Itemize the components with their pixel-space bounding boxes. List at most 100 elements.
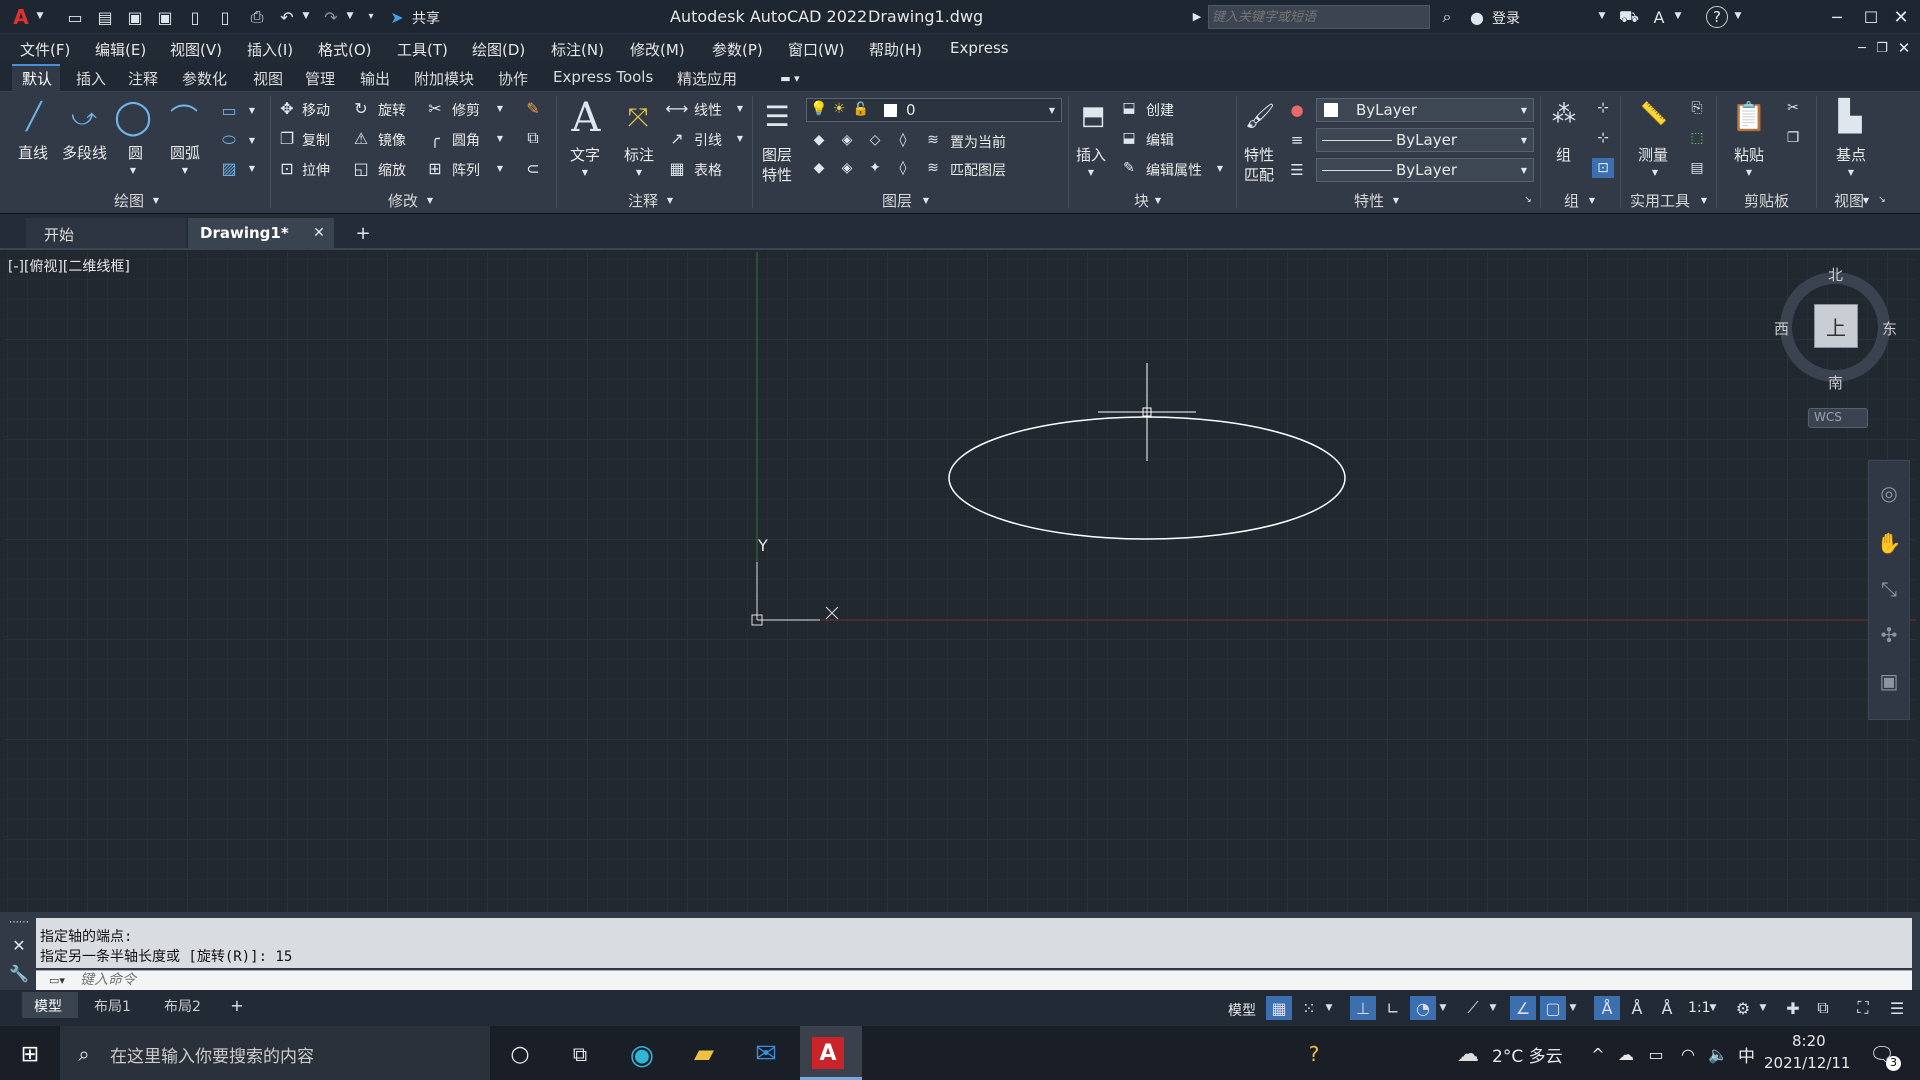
circle-icon[interactable]: ◯ <box>112 96 154 138</box>
zoom-icon[interactable]: ⤡ <box>1876 576 1902 602</box>
text-label[interactable]: 文字 <box>570 144 600 165</box>
tab-parametric[interactable]: 参数化 <box>182 68 227 89</box>
autocad-taskbar-icon[interactable]: A <box>812 1037 844 1069</box>
layer-tool-2-icon[interactable]: ◈ <box>836 130 858 150</box>
ellipse-dropdown-icon[interactable]: ▼ <box>246 134 258 146</box>
layer-dropdown-arrow-icon[interactable]: ▼ <box>1046 104 1058 116</box>
doc-restore-icon[interactable]: ❐ <box>1872 39 1892 57</box>
tab-collaborate[interactable]: 协作 <box>498 68 528 89</box>
arc-dropdown-icon[interactable]: ▼ <box>178 164 192 176</box>
fillet-icon[interactable]: ╭ <box>424 128 446 148</box>
linetype-dropdown-arrow-icon[interactable]: ▼ <box>1518 164 1530 176</box>
measure-dropdown-icon[interactable]: ▼ <box>1648 166 1662 178</box>
linear-dropdown-icon[interactable]: ▼ <box>734 102 746 114</box>
line-icon[interactable]: ╱ <box>12 98 56 136</box>
new-file-icon[interactable]: ▭ <box>64 6 86 28</box>
command-recent-icon[interactable]: ▭▾ <box>40 972 74 988</box>
text-dropdown-icon[interactable]: ▼ <box>578 166 592 178</box>
search-icon[interactable]: ⌕ <box>1436 6 1458 28</box>
clean-screen-icon[interactable]: ⛶ <box>1850 996 1876 1020</box>
scale-icon[interactable]: ◱ <box>350 158 372 178</box>
menu-dimension[interactable]: 标注(N) <box>551 39 604 60</box>
layer-tool-6-icon[interactable]: ◈ <box>836 158 858 178</box>
properties-panel-label[interactable]: 特性 <box>1354 190 1384 211</box>
help-dropdown-icon[interactable]: ▼ <box>1732 8 1744 24</box>
menu-express[interactable]: Express <box>950 39 1009 57</box>
ribbon-more-icon[interactable]: ↘ <box>1876 194 1888 206</box>
table-icon[interactable]: ▦ <box>666 158 688 178</box>
menu-modify[interactable]: 修改(M) <box>630 39 685 60</box>
doc-minimize-icon[interactable]: ─ <box>1852 39 1872 57</box>
rotate-label[interactable]: 旋转 <box>378 100 406 120</box>
share-icon[interactable]: ➤ <box>386 6 408 28</box>
block-panel-expand-icon[interactable]: ▼ <box>1152 194 1164 206</box>
group-tool-1-icon[interactable]: ⊹ <box>1592 98 1614 118</box>
tab-output[interactable]: 输出 <box>360 68 390 89</box>
tab-default-label[interactable]: 默认 <box>22 68 52 89</box>
add-layout-icon[interactable]: + <box>228 996 246 1015</box>
annotation-panel-label[interactable]: 注释 <box>628 190 658 211</box>
trim-icon[interactable]: ✂ <box>424 98 446 118</box>
menu-edit[interactable]: 编辑(E) <box>95 39 146 60</box>
color-dropdown[interactable] <box>1316 98 1534 122</box>
arc-icon[interactable]: ⌒ <box>162 98 206 136</box>
cart-icon[interactable]: ⛟ <box>1618 6 1640 28</box>
linear-icon[interactable]: ⟷ <box>666 98 689 118</box>
set-current-icon[interactable]: ≋ <box>922 130 944 150</box>
paste-icon[interactable]: 📋 <box>1728 96 1770 136</box>
tab-manage[interactable]: 管理 <box>305 68 335 89</box>
menu-tools[interactable]: 工具(T) <box>397 39 448 60</box>
create-label[interactable]: 创建 <box>1146 100 1174 120</box>
start-tab-label[interactable]: 开始 <box>44 224 74 245</box>
paste-label[interactable]: 粘贴 <box>1734 144 1764 165</box>
insert-dropdown-icon[interactable]: ▼ <box>1084 166 1098 178</box>
move-icon[interactable]: ✥ <box>276 98 298 118</box>
layout2-tab[interactable]: 布局2 <box>164 996 201 1016</box>
fillet-dropdown-icon[interactable]: ▼ <box>494 132 506 144</box>
layers-panel-expand-icon[interactable]: ▼ <box>920 194 932 206</box>
layer-tool-3-icon[interactable]: ◇ <box>864 130 886 150</box>
group-tool-3-icon[interactable]: ⊡ <box>1592 158 1614 178</box>
layer-tool-7-icon[interactable]: ✦ <box>864 158 886 178</box>
user-icon[interactable]: ● <box>1466 6 1488 28</box>
expand-search-icon[interactable]: ▶ <box>1190 8 1204 24</box>
layer-properties-label1[interactable]: 图层 <box>762 144 792 165</box>
tab-featured-apps[interactable]: 精选应用 <box>677 68 737 89</box>
view-panel-expand-icon[interactable]: ▼ <box>1860 194 1872 206</box>
group-tool-2-icon[interactable]: ⊹ <box>1592 128 1614 148</box>
app-menu-chevron-icon[interactable]: ▼ <box>34 8 46 24</box>
block-panel-label[interactable]: 块 <box>1134 190 1149 211</box>
polar-dropdown-icon[interactable]: ▼ <box>1436 996 1450 1020</box>
plot-icon[interactable]: ⎙ <box>246 6 268 28</box>
move-label[interactable]: 移动 <box>302 100 330 120</box>
copy-icon[interactable]: ❐ <box>276 128 298 148</box>
annotation-monitor-icon[interactable]: ✚ <box>1780 996 1806 1020</box>
arc-label[interactable]: 圆弧 <box>170 142 200 163</box>
drawing-viewport[interactable]: [-][俯视][二维线框] Y 上 北 南 西 东 WCS ◎ ✋ ⤡ ✣ ▣ <box>4 252 1916 912</box>
draw-panel-label[interactable]: 绘图 <box>114 190 144 211</box>
help-icon[interactable]: ? <box>1706 6 1728 28</box>
menu-file[interactable]: 文件(F) <box>20 39 70 60</box>
edge-browser-icon[interactable]: ◉ <box>622 1034 662 1074</box>
viewcube-west[interactable]: 西 <box>1774 318 1789 339</box>
app-dropdown-icon[interactable]: ▼ <box>1672 8 1684 24</box>
annotation-visibility-icon[interactable]: Å <box>1594 996 1620 1020</box>
minimize-icon[interactable]: ─ <box>1822 6 1852 28</box>
base-dropdown-icon[interactable]: ▼ <box>1844 166 1858 178</box>
layer-freeze-icon[interactable]: ☀ <box>830 100 848 118</box>
layer-properties-label2[interactable]: 特性 <box>762 164 792 185</box>
pan-icon[interactable]: ✋ <box>1876 530 1902 556</box>
properties-panel-expand-icon[interactable]: ▼ <box>1390 194 1402 206</box>
doc-close-icon[interactable]: ✕ <box>1894 39 1914 57</box>
measure-label[interactable]: 测量 <box>1638 144 1668 165</box>
utility-tool-2-icon[interactable]: ⬚ <box>1686 128 1708 148</box>
edit-attributes-label[interactable]: 编辑属性 <box>1146 160 1202 180</box>
new-tab-icon[interactable]: + <box>352 223 374 244</box>
clipboard-panel-label[interactable]: 剪贴板 <box>1744 190 1789 211</box>
base-label[interactable]: 基点 <box>1836 144 1866 165</box>
color-dropdown-arrow-icon[interactable]: ▼ <box>1518 104 1530 116</box>
maximize-icon[interactable]: ☐ <box>1856 6 1886 28</box>
array-dropdown-icon[interactable]: ▼ <box>494 162 506 174</box>
circle-label[interactable]: 圆 <box>128 142 143 163</box>
command-close-icon[interactable]: ✕ <box>8 934 30 956</box>
